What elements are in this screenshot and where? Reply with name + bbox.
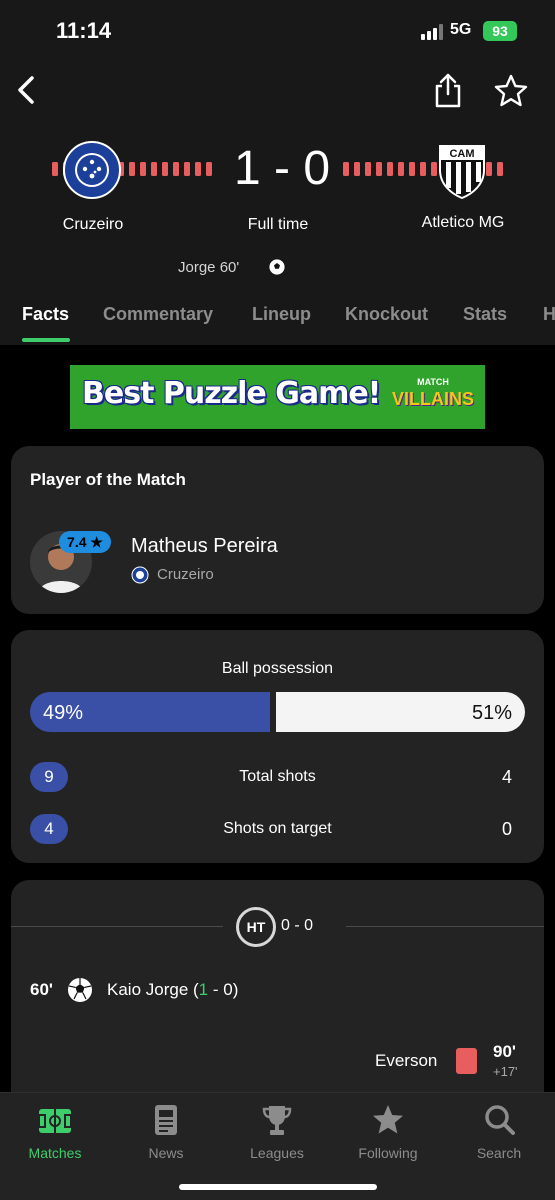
tab-facts[interactable]: Facts bbox=[22, 304, 69, 325]
shots-on-target-label: Shots on target bbox=[223, 820, 332, 837]
tabbar-news-label: News bbox=[148, 1145, 184, 1161]
status-bar: 11:14 5G 93 bbox=[0, 0, 555, 60]
tab-bar: Facts Commentary Lineup Knockout Stats H bbox=[0, 296, 555, 344]
ad-logo: MATCH VILLAINS bbox=[388, 375, 478, 415]
favorite-button[interactable] bbox=[490, 70, 532, 112]
goal-football-icon bbox=[68, 978, 92, 1002]
cruzeiro-mini-crest-icon bbox=[131, 566, 149, 584]
tabbar-matches-label: Matches bbox=[28, 1145, 82, 1161]
half-time-badge: HT bbox=[236, 907, 276, 947]
player-name: Matheus Pereira bbox=[131, 535, 278, 557]
match-score: 1 - 0 bbox=[233, 142, 331, 195]
tabbar-leagues[interactable]: Leagues bbox=[227, 1101, 327, 1171]
tabbar-following-label: Following bbox=[358, 1145, 418, 1161]
match-status: Full time bbox=[247, 216, 309, 233]
back-button[interactable] bbox=[8, 70, 44, 110]
tabbar-leagues-label: Leagues bbox=[250, 1145, 304, 1161]
goal-score-home: 1 bbox=[198, 980, 209, 999]
possession-away-value: 51% bbox=[471, 702, 512, 724]
card-player[interactable]: Everson bbox=[375, 1051, 437, 1071]
atletico-mg-crest-icon[interactable]: CAM bbox=[432, 140, 492, 200]
share-icon bbox=[435, 73, 461, 108]
signal-icon bbox=[421, 24, 443, 40]
pitch-icon bbox=[39, 1109, 71, 1133]
active-tab-indicator bbox=[22, 338, 70, 342]
goal-scorer: Jorge 60' bbox=[178, 259, 240, 276]
cruzeiro-crest-icon[interactable] bbox=[62, 140, 122, 200]
tab-h2h[interactable]: H bbox=[543, 304, 555, 325]
possession-home-value: 49% bbox=[43, 702, 84, 724]
match-header: 11:14 5G 93 1 - 0 CAM Cruzeiro Full time… bbox=[0, 0, 555, 345]
network-label: 5G bbox=[450, 21, 472, 38]
player-team: Cruzeiro bbox=[157, 566, 214, 583]
ad-logo-top: MATCH bbox=[417, 377, 449, 387]
ad-banner[interactable]: Best Puzzle Game! MATCH VILLAINS bbox=[70, 365, 485, 429]
goal-score-rest: - 0) bbox=[208, 980, 239, 999]
trophy-icon bbox=[262, 1106, 292, 1135]
total-shots-label: Total shots bbox=[239, 768, 316, 785]
tab-stats[interactable]: Stats bbox=[463, 304, 507, 325]
red-card-icon bbox=[456, 1048, 477, 1074]
home-team-name[interactable]: Cruzeiro bbox=[30, 216, 156, 234]
tabbar-news[interactable]: News bbox=[116, 1101, 216, 1171]
search-icon bbox=[485, 1105, 515, 1135]
stats-card[interactable]: Ball possession 49% 51% 9 Total shots 4 … bbox=[11, 630, 544, 863]
tabbar-matches[interactable]: Matches bbox=[5, 1101, 105, 1171]
home-indicator bbox=[179, 1184, 377, 1190]
potm-title: Player of the Match bbox=[30, 470, 186, 489]
tabbar-search-label: Search bbox=[476, 1145, 522, 1161]
ht-divider-right bbox=[346, 926, 544, 927]
half-time-score: 0 - 0 bbox=[281, 917, 314, 934]
events-card: HT 0 - 0 60' Kaio Jorge (1 - 0) Everson … bbox=[11, 880, 544, 1110]
card-minute: 90' bbox=[493, 1042, 516, 1061]
following-star-icon bbox=[373, 1105, 403, 1134]
football-icon bbox=[268, 258, 286, 276]
player-rating-badge: 7.4 ★ bbox=[59, 531, 111, 553]
goal-event[interactable]: Kaio Jorge (1 - 0) bbox=[107, 980, 238, 1000]
star-icon bbox=[494, 74, 528, 107]
card-added-time: +17' bbox=[493, 1064, 518, 1079]
tab-commentary[interactable]: Commentary bbox=[103, 304, 213, 325]
tab-knockout[interactable]: Knockout bbox=[345, 304, 428, 325]
tab-lineup[interactable]: Lineup bbox=[252, 304, 311, 325]
tabbar-search[interactable]: Search bbox=[449, 1101, 549, 1171]
shots-on-target-away: 0 bbox=[501, 819, 512, 839]
away-crest-letters: CAM bbox=[449, 148, 474, 160]
goal-score-open: ( bbox=[188, 980, 199, 999]
possession-label: Ball possession bbox=[221, 660, 334, 677]
ad-headline: Best Puzzle Game! bbox=[82, 376, 381, 411]
news-icon bbox=[155, 1105, 177, 1135]
ad-logo-main: VILLAINS bbox=[391, 389, 474, 409]
tabbar-following[interactable]: Following bbox=[338, 1101, 438, 1171]
share-button[interactable] bbox=[428, 68, 468, 112]
goal-player: Kaio Jorge bbox=[107, 980, 189, 999]
goal-minute: 60' bbox=[30, 980, 53, 999]
chevron-left-icon bbox=[18, 76, 34, 104]
status-time: 11:14 bbox=[56, 18, 112, 43]
ht-divider-left bbox=[11, 926, 223, 927]
total-shots-away: 4 bbox=[501, 767, 512, 787]
away-team-name[interactable]: Atletico MG bbox=[400, 214, 526, 232]
player-of-match-card[interactable]: Player of the Match 7.4 ★ Matheus Pereir… bbox=[11, 446, 544, 614]
player-rating: 7.4 bbox=[67, 534, 87, 550]
battery-icon: 93 bbox=[483, 21, 517, 41]
